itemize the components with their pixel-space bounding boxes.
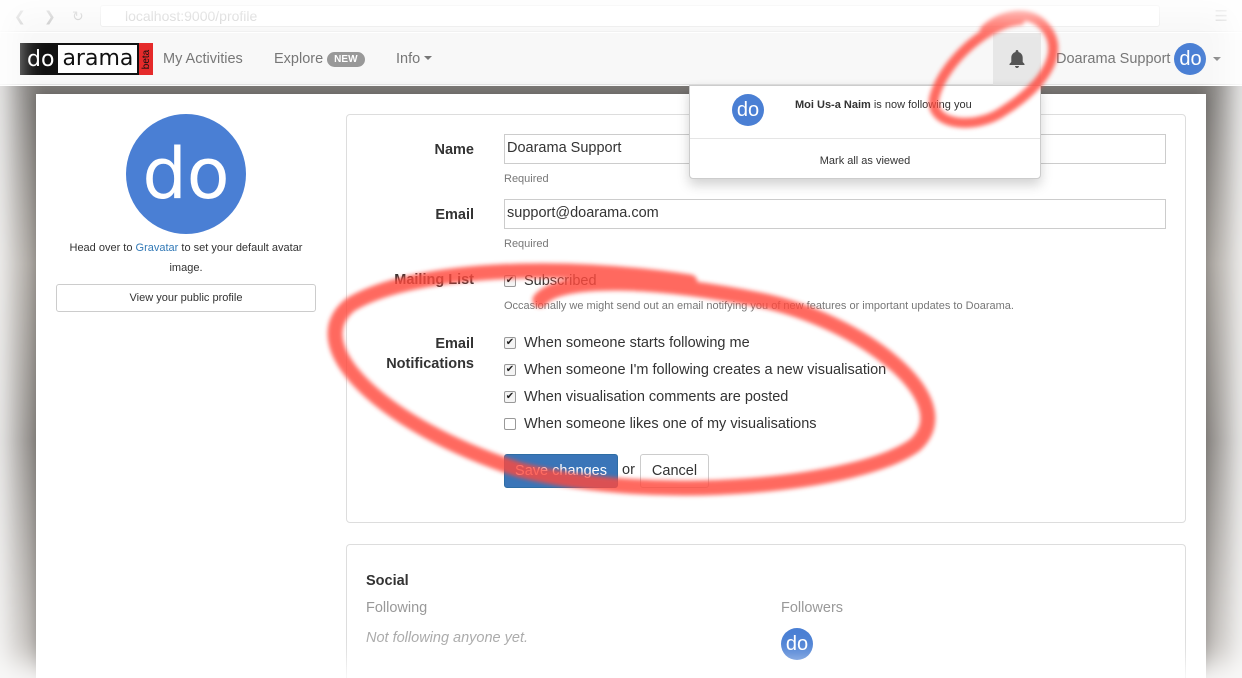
mailing-list-label: Mailing List <box>394 272 474 288</box>
notification-item[interactable]: Moi Us-a Naim is now following you <box>795 99 972 111</box>
email-field[interactable]: support@doarama.com <box>504 199 1166 229</box>
notification-actor: Moi Us-a Naim <box>795 99 871 111</box>
followers-heading: Followers <box>781 600 844 616</box>
top-navbar: do arama beta My Activities Explore NEW I… <box>0 33 1242 85</box>
user-menu-dropdown[interactable]: Doarama Support do <box>1056 43 1222 75</box>
logo-text-do: do <box>27 46 55 72</box>
or-separator: or <box>622 462 635 478</box>
social-title: Social <box>366 573 409 589</box>
dropdown-divider <box>690 138 1040 139</box>
email-label: Email <box>435 207 474 223</box>
notification-avatar[interactable]: do <box>732 94 764 126</box>
doarama-logo[interactable]: do arama beta <box>20 43 154 75</box>
email-help: Required <box>504 238 549 250</box>
notify-new-follower-row[interactable]: ✔ When someone starts following me <box>504 333 750 353</box>
nav-my-activities[interactable]: My Activities <box>163 51 243 67</box>
avatar-hint-text-end: to set your default avatar image. <box>169 242 303 274</box>
mailing-list-option-label: Subscribed <box>524 273 597 289</box>
follower-avatar[interactable]: do <box>781 628 813 660</box>
nav-info-label: Info <box>396 51 421 67</box>
notifications-dropdown: do Moi Us-a Naim is now following you Ma… <box>689 85 1041 179</box>
nav-info-dropdown[interactable]: Info <box>396 51 433 67</box>
nav-explore-label: Explore <box>274 51 324 67</box>
notify-new-follower-label: When someone starts following me <box>524 335 750 351</box>
email-notifications-label-line2: Notifications <box>386 356 474 372</box>
reload-icon[interactable]: ↻ <box>72 8 84 25</box>
mailing-list-checkbox-row[interactable]: ✔ Subscribed <box>504 271 597 291</box>
profile-avatar: do <box>126 114 246 234</box>
address-bar[interactable]: localhost:9000/profile <box>100 5 1160 27</box>
notify-comments-label: When visualisation comments are posted <box>524 389 789 405</box>
notifications-button[interactable] <box>993 33 1041 85</box>
gravatar-link[interactable]: Gravatar <box>136 242 179 254</box>
checkbox-unchecked[interactable] <box>504 418 516 430</box>
checkbox-checked[interactable]: ✔ <box>504 337 516 349</box>
email-notifications-label-line1: Email <box>435 336 474 352</box>
avatar-hint-text: Head over to <box>69 242 136 254</box>
notify-new-visualisation-label: When someone I'm following creates a new… <box>524 362 887 378</box>
user-name: Doarama Support <box>1056 51 1171 67</box>
browser-toolbar: ❮ ❯ ↻ localhost:9000/profile ☰ <box>0 0 1242 32</box>
checkbox-checked[interactable]: ✔ <box>504 391 516 403</box>
notification-message: is now following you <box>870 99 972 111</box>
nav-explore[interactable]: Explore NEW <box>274 51 365 67</box>
notify-new-visualisation-row[interactable]: ✔ When someone I'm following creates a n… <box>504 360 886 380</box>
bell-icon <box>1009 50 1025 68</box>
new-badge: NEW <box>327 52 365 67</box>
checkbox-checked[interactable]: ✔ <box>504 275 516 287</box>
save-changes-button[interactable]: Save changes <box>504 454 618 488</box>
email-notifications-label: Email Notifications <box>340 334 474 374</box>
browser-menu-icon[interactable]: ☰ <box>1215 7 1228 25</box>
avatar-hint: Head over to Gravatar to set your defaul… <box>56 238 316 278</box>
cancel-button[interactable]: Cancel <box>640 454 709 488</box>
following-heading: Following <box>366 600 428 616</box>
notify-comments-row[interactable]: ✔ When visualisation comments are posted <box>504 387 788 407</box>
notify-likes-row[interactable]: When someone likes one of my visualisati… <box>504 414 817 434</box>
logo-beta-badge: beta <box>139 43 154 75</box>
following-empty-text: Not following anyone yet. <box>366 630 529 646</box>
notify-likes-label: When someone likes one of my visualisati… <box>524 416 817 432</box>
view-public-profile-button[interactable]: View your public profile <box>56 284 316 312</box>
caret-down-icon <box>1213 57 1222 61</box>
user-avatar: do <box>1174 43 1207 75</box>
caret-down-icon <box>424 56 433 60</box>
social-panel <box>346 544 1186 678</box>
mark-all-viewed-link[interactable]: Mark all as viewed <box>690 155 1040 167</box>
checkbox-checked[interactable]: ✔ <box>504 364 516 376</box>
back-icon[interactable]: ❮ <box>14 8 26 25</box>
name-help: Required <box>504 173 549 185</box>
mailing-list-help: Occasionally we might send out an email … <box>504 300 1014 312</box>
name-label: Name <box>434 142 475 158</box>
forward-icon[interactable]: ❯ <box>44 8 56 25</box>
logo-text-arama: arama <box>58 45 138 73</box>
